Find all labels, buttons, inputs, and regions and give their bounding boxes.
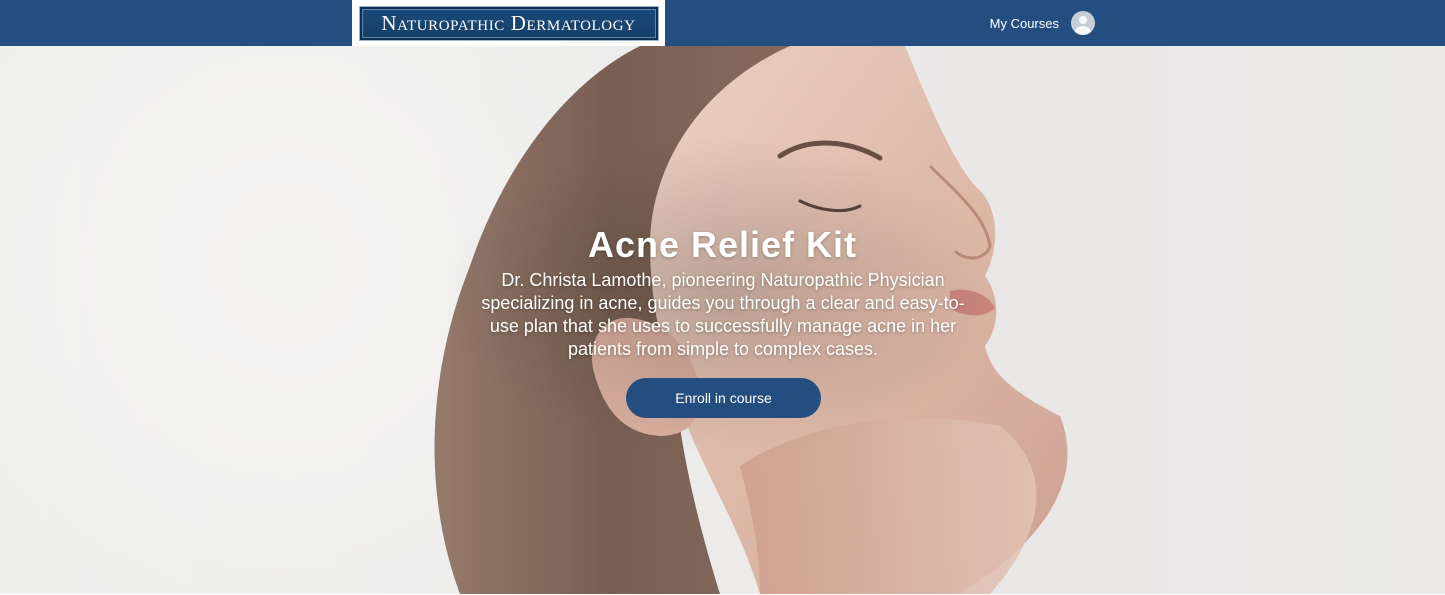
site-logo: Naturopathic Dermatology bbox=[359, 6, 658, 40]
hero-photo bbox=[0, 46, 1445, 594]
top-navbar: Naturopathic Dermatology My Courses bbox=[0, 0, 1445, 46]
my-courses-link[interactable]: My Courses bbox=[990, 16, 1059, 31]
hero-banner bbox=[0, 46, 1445, 594]
user-avatar-icon[interactable] bbox=[1071, 11, 1095, 35]
avatar-head-shape bbox=[1079, 16, 1087, 24]
enroll-button[interactable]: Enroll in course bbox=[626, 378, 821, 418]
avatar-body-shape bbox=[1075, 26, 1091, 35]
user-nav: My Courses bbox=[990, 11, 1095, 35]
site-logo-link[interactable]: Naturopathic Dermatology bbox=[352, 0, 665, 46]
